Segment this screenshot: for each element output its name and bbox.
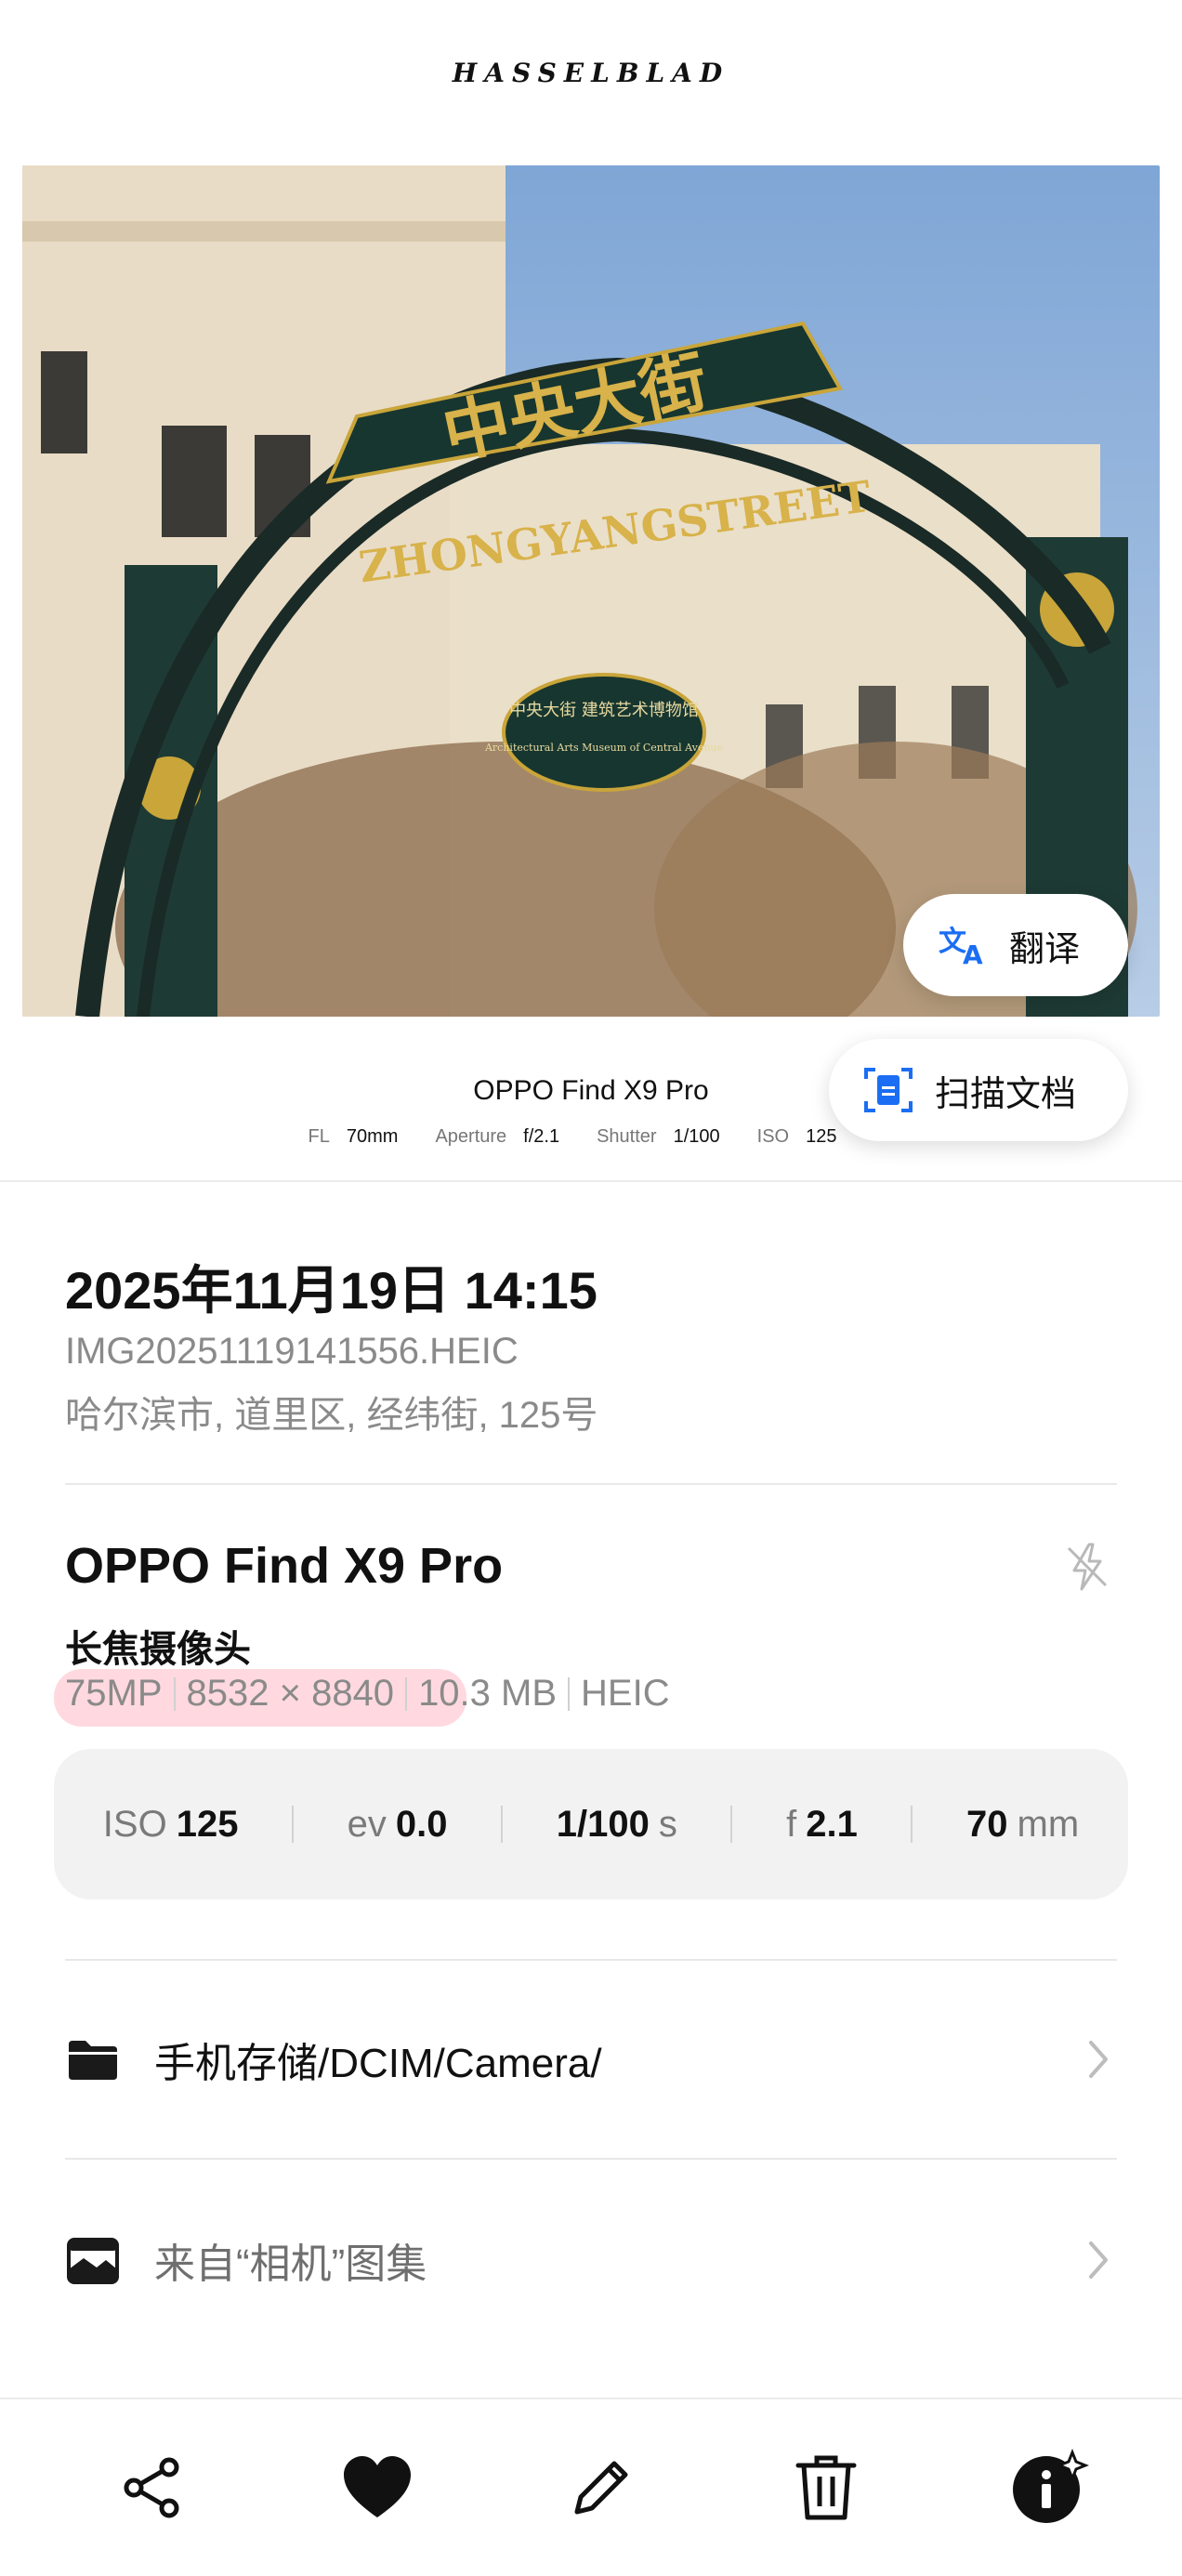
storage-path-label: 手机存储/DCIM/Camera/ <box>154 2041 602 2086</box>
album-row[interactable]: 来自“相机”图集 <box>65 2195 1117 2325</box>
bottom-toolbar <box>0 2398 1182 2576</box>
storage-path-row[interactable]: 手机存储/DCIM/Camera/ <box>65 1994 1117 2124</box>
share-button[interactable] <box>113 2449 191 2527</box>
exif-iso-value: 125 <box>176 1803 239 1845</box>
exif-separator <box>730 1806 733 1843</box>
exif-shutter-unit: s <box>658 1803 677 1845</box>
watermark-fl-value: 70mm <box>346 1126 399 1147</box>
photo-filename: IMG20251119141556.HEIC <box>65 1331 519 1372</box>
file-format: HEIC <box>581 1673 670 1714</box>
edit-button[interactable] <box>562 2449 640 2527</box>
exif-focal: 70 mm <box>966 1804 1079 1846</box>
info-button[interactable] <box>1011 2449 1089 2527</box>
watermark-iso-label: ISO <box>756 1126 790 1147</box>
device-name: OPPO Find X9 Pro <box>65 1538 504 1594</box>
flash-off-icon <box>1067 1543 1108 1591</box>
photo-illustration: 中央大街 ZHONGYANGSTREET 中央大街 建筑艺术博物馆 Archit… <box>22 165 1160 1017</box>
plaque-english-text: Architectural Arts Museum of Central Ave… <box>484 742 723 754</box>
spec-separator <box>173 1676 176 1711</box>
brand-watermark: HASSELBLAD <box>452 58 730 88</box>
delete-trash-icon <box>795 2455 856 2520</box>
lens-type: 长焦摄像头 <box>65 1629 251 1670</box>
file-size: 10.3 MB <box>418 1673 558 1714</box>
exif-ev-value: 0.0 <box>395 1803 448 1845</box>
photo-preview-area: HASSELBLAD 中央大街 ZHONGYANGSTREET 中央大街 建筑艺… <box>0 0 1182 1180</box>
spec-separator <box>405 1676 408 1711</box>
share-icon <box>124 2457 179 2518</box>
favorite-button[interactable] <box>338 2449 416 2527</box>
megapixels: 75MP <box>65 1673 163 1714</box>
exif-separator <box>911 1806 913 1843</box>
exif-aperture: f 2.1 <box>786 1804 858 1846</box>
svg-text:A: A <box>963 940 983 967</box>
edit-pencil-icon <box>574 2461 628 2515</box>
info-ai-icon <box>1013 2449 1089 2523</box>
folder-icon <box>69 2041 117 2080</box>
exif-focal-unit: mm <box>1017 1803 1080 1845</box>
exif-iso: ISO 125 <box>103 1804 239 1846</box>
watermark-specs: FL 70mm Aperture f/2.1 Shutter 1/100 ISO 125 <box>0 1126 1182 1148</box>
spec-separator <box>568 1676 571 1711</box>
exif-focal-value: 70 <box>966 1803 1008 1845</box>
divider <box>65 1959 1117 1961</box>
album-label: 来自“相机”图集 <box>154 2241 427 2287</box>
exif-ev: ev 0.0 <box>348 1804 448 1846</box>
photo-location[interactable]: 哈尔滨市, 道里区, 经纬街, 125号 <box>65 1385 598 1439</box>
resolution: 8532 × 8840 <box>186 1673 395 1714</box>
watermark-shutter-label: Shutter <box>597 1126 657 1147</box>
chevron-right-icon <box>1089 2041 1108 2078</box>
plaque-chinese-text: 中央大街 建筑艺术博物馆 <box>509 701 699 720</box>
watermark-fl-label: FL <box>308 1126 330 1147</box>
watermark-aperture-label: Aperture <box>435 1126 507 1147</box>
exif-aperture-value: 2.1 <box>806 1803 858 1845</box>
chevron-right-icon <box>1089 2241 1108 2279</box>
delete-button[interactable] <box>787 2449 865 2527</box>
exif-shutter: 1/100 s <box>557 1804 677 1846</box>
watermark-shutter-value: 1/100 <box>673 1126 720 1147</box>
image-specs: 75MP 8532 × 8840 10.3 MB HEIC <box>65 1673 670 1715</box>
exif-separator <box>501 1806 504 1843</box>
photo-image[interactable]: 中央大街 ZHONGYANGSTREET 中央大街 建筑艺术博物馆 Archit… <box>22 165 1160 1017</box>
exif-bar: ISO 125 ev 0.0 1/100 s f 2.1 70 mm <box>54 1749 1128 1899</box>
exif-shutter-value: 1/100 <box>556 1803 650 1845</box>
translate-icon: 文 A <box>939 926 983 967</box>
translate-button[interactable]: 文 A 翻译 <box>903 894 1128 996</box>
watermark-model: OPPO Find X9 Pro <box>473 1075 709 1106</box>
exif-aperture-label: f <box>786 1803 797 1845</box>
watermark-aperture-value: f/2.1 <box>523 1126 560 1147</box>
translate-label: 翻译 <box>1009 929 1081 969</box>
exif-ev-label: ev <box>347 1803 387 1845</box>
exif-separator <box>292 1806 295 1843</box>
divider <box>65 1483 1117 1485</box>
watermark-iso-value: 125 <box>806 1126 837 1147</box>
album-icon <box>67 2238 119 2284</box>
favorite-heart-icon <box>343 2456 411 2517</box>
exif-iso-label: ISO <box>102 1803 167 1845</box>
photo-datetime[interactable]: 2025年11月19日 14:15 <box>65 1249 598 1324</box>
divider <box>65 2158 1117 2160</box>
